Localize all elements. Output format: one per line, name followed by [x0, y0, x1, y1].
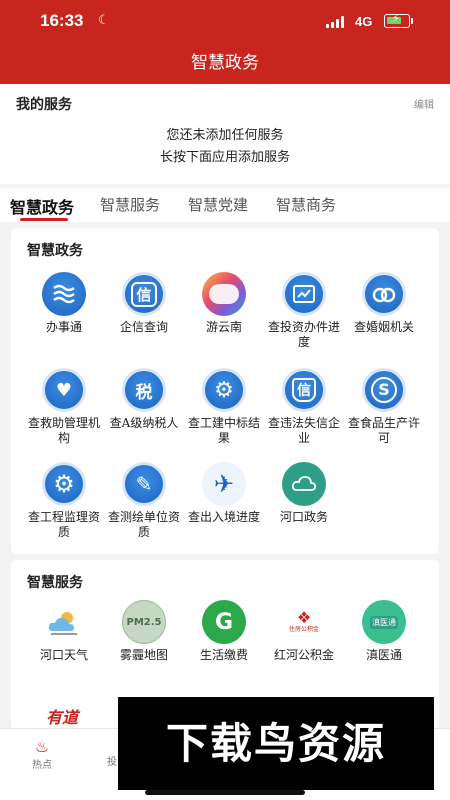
shield-credit-icon: 信: [282, 368, 326, 412]
service-rescue-agency[interactable]: ♥ 查救助管理机构: [24, 368, 104, 446]
service-label: 查违法失信企业: [267, 416, 340, 445]
category-tabs: 智慧政务 智慧服务 智慧党建 智慧商务: [0, 188, 450, 222]
food-license-icon: S: [362, 368, 406, 412]
airplane-icon: ✈: [202, 462, 246, 506]
signal-icon: [326, 16, 344, 28]
service-honghe-fund[interactable]: ❖ 住房公积金 红河公积金: [264, 600, 344, 663]
service-label: 查救助管理机构: [27, 416, 100, 445]
service-label: 查工建中标结果: [187, 416, 260, 445]
service-credit-query[interactable]: 信 企信查询: [104, 272, 184, 335]
gear-check-icon: ⚙: [202, 368, 246, 412]
nav-item-2-label: 投: [107, 757, 117, 768]
tab-smart-gov[interactable]: 智慧政务: [10, 194, 74, 218]
hekou-cloud-icon: [282, 462, 326, 506]
moon-icon: ☾: [98, 13, 110, 28]
heart-hands-icon: ♥: [42, 368, 86, 412]
my-service-title: 我的服务: [16, 97, 72, 113]
service-label: 雾霾地图: [119, 648, 168, 662]
battery-icon: ⚡: [384, 12, 410, 28]
wave-icon: [42, 272, 86, 316]
network-type: 4G: [355, 14, 373, 29]
service-supervision-qualification[interactable]: ⚙ 查工程监理资质: [24, 462, 104, 540]
service-label: 查测绘单位资质: [107, 510, 180, 539]
service-label: 游云南: [205, 320, 242, 334]
active-tab-indicator: [20, 218, 68, 221]
service-construction-bid[interactable]: ⚙ 查工建中标结果: [184, 368, 264, 446]
service-label: 办事通: [45, 320, 82, 334]
service-label: 查婚姻机关: [353, 320, 414, 334]
tax-icon: 税: [122, 368, 166, 412]
service-label: 查出入境进度: [187, 510, 260, 524]
service-a-taxpayer[interactable]: 税 查A级纳税人: [104, 368, 184, 431]
service-label: 滇医通: [365, 648, 402, 662]
service-dianyitong[interactable]: 滇医通 滇医通: [344, 600, 424, 663]
empty-message-line2: 长按下面应用添加服务: [159, 150, 290, 165]
service-dishonest-enterprise[interactable]: 信 查违法失信企业: [264, 368, 344, 446]
pencil-ruler-icon: ✎: [122, 462, 166, 506]
service-label: 红河公积金: [273, 648, 334, 662]
service-label: 河口政务: [279, 510, 328, 524]
nav-hot-label: 热点: [32, 760, 52, 771]
status-time: 16:33: [40, 11, 84, 30]
service-banshitong[interactable]: 办事通: [24, 272, 104, 335]
haze-map-icon: PM2.5: [122, 600, 166, 644]
weather-icon: [42, 600, 86, 644]
battery-tip: [411, 18, 413, 24]
page-title: 智慧政务: [0, 44, 450, 84]
edit-button[interactable]: 编辑: [414, 96, 434, 111]
service-label: 查A级纳税人: [109, 416, 179, 430]
credit-icon: 信: [122, 272, 166, 316]
watermark-banner: 下载鸟资源: [118, 697, 434, 790]
tab-smart-business[interactable]: 智慧商务: [276, 194, 336, 215]
service-you-yunnan[interactable]: 游云南: [184, 272, 264, 335]
tab-smart-service[interactable]: 智慧服务: [100, 194, 160, 215]
service-haze-map[interactable]: PM2.5 雾霾地图: [104, 600, 184, 663]
housing-fund-icon: ❖ 住房公积金: [282, 600, 326, 644]
home-indicator: [145, 790, 305, 795]
service-life-payment[interactable]: G 生活缴费: [184, 600, 264, 663]
status-bar: 16:33 ☾ 4G ⚡: [0, 0, 450, 44]
gear-icon: ⚙: [42, 462, 86, 506]
service-label: 企信查询: [119, 320, 168, 334]
service-food-license[interactable]: S 查食品生产许可: [344, 368, 424, 446]
medical-icon: 滇医通: [362, 600, 406, 644]
my-service-panel: 我的服务 编辑 您还未添加任何服务 长按下面应用添加服务: [0, 84, 450, 184]
service-label: 查投资办件进度: [267, 320, 340, 349]
service-hekou-weather[interactable]: 河口天气: [24, 600, 104, 663]
service-label: 查工程监理资质: [27, 510, 100, 539]
rings-icon: [362, 272, 406, 316]
nav-hot[interactable]: ♨ 热点: [22, 737, 62, 771]
service-marriage-office[interactable]: 查婚姻机关: [344, 272, 424, 335]
service-surveying-qualification[interactable]: ✎ 查测绘单位资质: [104, 462, 184, 540]
service-hekou-gov[interactable]: 河口政务: [264, 462, 344, 525]
service-label: 河口天气: [39, 648, 88, 662]
gov-section-title: 智慧政务: [27, 243, 83, 259]
flame-icon: ♨: [34, 737, 50, 756]
gov-services-card: 智慧政务 办事通 信 企信查询 游云南 查投资办件进度 查婚姻机关 ♥ 查救助管…: [11, 228, 439, 554]
payment-icon: G: [202, 600, 246, 644]
youdao-logo[interactable]: 有道: [46, 704, 78, 728]
tab-smart-party[interactable]: 智慧党建: [188, 194, 248, 215]
smart-section-title: 智慧服务: [27, 575, 83, 591]
service-entry-exit-progress[interactable]: ✈ 查出入境进度: [184, 462, 264, 525]
chart-icon: [282, 272, 326, 316]
service-investment-progress[interactable]: 查投资办件进度: [264, 272, 344, 350]
empty-message-line1: 您还未添加任何服务: [166, 128, 284, 143]
cloud-icon: [202, 272, 246, 316]
service-label: 生活缴费: [199, 648, 248, 662]
service-label: 查食品生产许可: [347, 416, 420, 445]
